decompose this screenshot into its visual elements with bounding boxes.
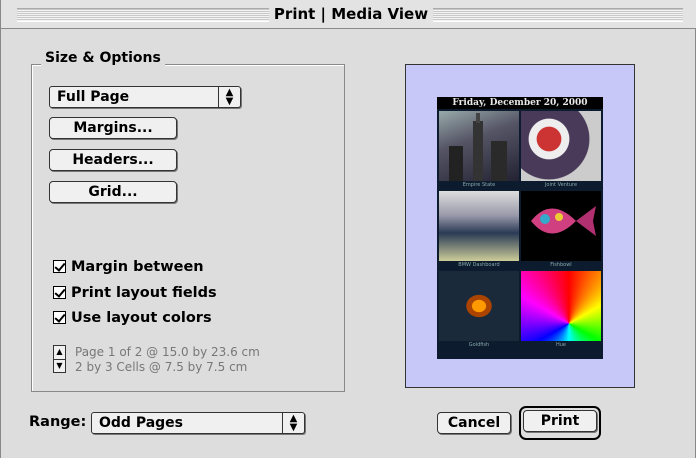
preview-cell-caption: Fishbowl (550, 262, 572, 268)
fish-image-icon (531, 206, 596, 236)
checkbox-checked-icon[interactable] (53, 311, 66, 324)
preview-page: Friday, December 20, 2000 Empire State J… (437, 97, 603, 359)
checkbox-checked-icon[interactable] (53, 286, 66, 299)
preview-cell-caption: Hue (555, 342, 566, 348)
print-dialog-window: Print | Media View Size & Options Full P… (0, 0, 696, 458)
range-label: Range: (29, 414, 87, 430)
stepper-up-icon[interactable]: ▲ (54, 346, 65, 360)
preview-cell-caption: Goldfish (468, 342, 490, 348)
popup-arrows-icon: ▲ ▼ (282, 413, 304, 433)
title-bar[interactable]: Print | Media View (1, 0, 696, 29)
size-options-label: Size & Options (41, 50, 165, 66)
checkbox-checked-icon[interactable] (53, 260, 66, 273)
page-info-line1: Page 1 of 2 @ 15.0 by 23.6 cm (75, 345, 260, 359)
preview-cell-image (439, 111, 519, 181)
size-popup-value: Full Page (57, 89, 130, 105)
preview-cell-caption: Empire State (462, 182, 496, 188)
title-bar-stripes-left (17, 8, 269, 22)
preview-cell-image (521, 271, 601, 341)
range-popup-value: Odd Pages (99, 415, 183, 431)
preview-cell-caption: BMW Dashboard (458, 262, 500, 268)
popup-arrows-icon: ▲ ▼ (218, 87, 240, 107)
use-layout-colors-label: Use layout colors (71, 310, 212, 326)
print-layout-fields-label: Print layout fields (71, 285, 217, 301)
use-layout-colors-checkbox[interactable]: Use layout colors (53, 308, 212, 328)
preview-cell-caption: Joint Venture (544, 182, 578, 188)
grid-button[interactable]: Grid... (49, 181, 177, 203)
preview-header-text: Friday, December 20, 2000 (437, 97, 603, 109)
page-info-line2: 2 by 3 Cells @ 7.5 by 7.5 cm (75, 360, 248, 374)
size-popup[interactable]: Full Page ▲ ▼ (49, 86, 241, 108)
margins-button[interactable]: Margins... (49, 117, 177, 139)
range-popup[interactable]: Odd Pages ▲ ▼ (91, 412, 305, 434)
title-bar-stripes-right (433, 8, 683, 22)
cancel-button[interactable]: Cancel (437, 412, 511, 434)
margin-between-checkbox[interactable]: Margin between (53, 257, 204, 277)
preview-cell-image (521, 191, 601, 261)
headers-button[interactable]: Headers... (49, 149, 177, 171)
margin-between-label: Margin between (71, 259, 204, 275)
window-title: Print | Media View (271, 5, 431, 23)
print-layout-fields-checkbox[interactable]: Print layout fields (53, 283, 217, 303)
size-options-group (31, 64, 345, 392)
page-stepper[interactable]: ▲ ▼ (53, 345, 66, 373)
print-button[interactable]: Print (523, 410, 597, 432)
preview-cell-image (439, 191, 519, 261)
preview-cell-image (521, 111, 601, 181)
building-image-icon (449, 113, 507, 181)
stepper-down-icon[interactable]: ▼ (54, 360, 65, 373)
preview-cell-image (439, 271, 519, 341)
